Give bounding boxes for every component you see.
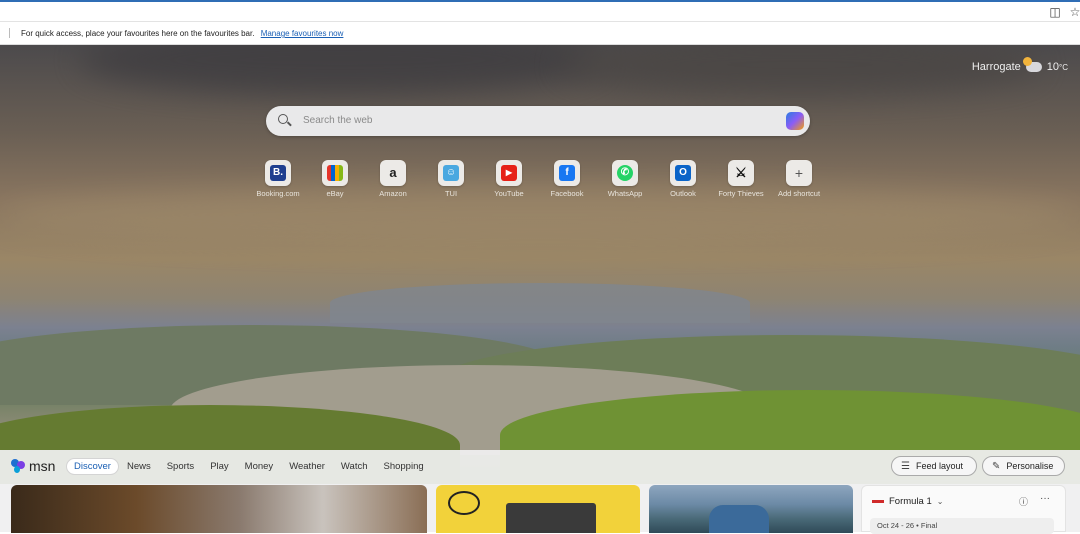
glasses-shape [448,491,480,515]
msn-feed-bar: msn Discover News Sports Play Money Weat… [0,450,1080,484]
laptop-shape [506,503,596,533]
f1-logo-icon [872,500,884,503]
shortcut-youtube[interactable]: ▶ YouTube [484,160,534,198]
shortcut-label: Facebook [550,189,584,198]
tab-play[interactable]: Play [202,458,236,475]
favourites-bar-message: For quick access, place your favourites … [21,29,343,38]
forty-thieves-icon: ⚔ [735,165,747,180]
search-box[interactable]: Search the web [266,106,810,136]
shortcut-forty-thieves[interactable]: ⚔ Forty Thieves [716,160,766,198]
youtube-icon: ▶ [501,165,517,181]
tab-discover[interactable]: Discover [66,458,119,475]
sliders-icon: ☰ [901,460,910,472]
tab-shopping[interactable]: Shopping [376,458,432,475]
whatsapp-icon: ✆ [617,165,633,181]
shortcut-label: Outlook [670,189,696,198]
reading-view-icon[interactable]: ◫ [1048,5,1062,19]
formula1-header: Formula 1 ⌄ [872,496,943,507]
personalise-label: Personalise [1006,461,1054,471]
weather-widget[interactable]: Harrogate 10°C [971,57,1068,73]
shortcuts-row: B. Booking.com eBay a Amazon ☺ TUI ▶ You… [253,160,833,205]
tab-watch[interactable]: Watch [333,458,376,475]
search-placeholder: Search the web [303,115,373,126]
favourites-bar-divider [9,28,10,38]
shortcut-tile: O [670,160,696,186]
facebook-icon: f [559,165,575,181]
shortcut-label: Amazon [379,189,407,198]
feed-layout-button[interactable]: ☰ Feed layout [891,456,977,476]
shortcut-tile: + [786,160,812,186]
shortcut-label: TUI [444,189,458,198]
plus-icon: + [794,165,804,181]
tab-money[interactable]: Money [237,458,282,475]
shortcut-tile: ☺ [438,160,464,186]
msn-butterfly-icon [11,459,27,473]
booking-icon: B. [270,165,286,181]
personalise-button[interactable]: ✎ Personalise [982,456,1065,476]
formula1-widget[interactable]: Formula 1 ⌄ ⓘ ··· Oct 24 - 26 • Final [861,485,1066,534]
shortcut-tile: ⚔ [728,160,754,186]
shortcut-tile: a [380,160,406,186]
shortcut-ebay[interactable]: eBay [310,160,360,198]
info-icon[interactable]: ⓘ [1019,495,1028,508]
weather-temperature: 10°C [1046,61,1068,73]
msn-tabs: Discover News Sports Play Money Weather … [66,458,432,475]
shortcut-tile: f [554,160,580,186]
news-card-image[interactable] [649,485,853,533]
manage-favourites-link[interactable]: Manage favourites now [261,29,344,38]
cloud-shape [560,45,1040,95]
formula1-title: Formula 1 [889,496,932,507]
favourite-star-icon[interactable]: ☆ [1068,5,1080,19]
cloud-shape [80,45,600,95]
shortcut-label: Forty Thieves [718,189,764,198]
news-card-image[interactable] [11,485,427,533]
tab-weather[interactable]: Weather [281,458,333,475]
shortcut-tile: ▶ [496,160,522,186]
shortcut-amazon[interactable]: a Amazon [368,160,418,198]
shortcut-label: Add shortcut [777,189,821,198]
ebay-icon [327,165,343,181]
search-icon [278,114,288,124]
shortcut-tile [322,160,348,186]
shortcut-label: eBay [326,189,344,198]
tui-icon: ☺ [443,165,459,181]
news-card-image[interactable] [436,485,640,533]
more-options-icon[interactable]: ··· [1040,493,1050,504]
tent-shape [709,505,769,533]
address-bar-strip: ◫ ☆ [0,0,1080,22]
shortcut-tile: B. [265,160,291,186]
add-shortcut-button[interactable]: + Add shortcut [774,160,824,198]
mountain-shape [330,283,750,323]
shortcut-label: WhatsApp [607,189,643,198]
palette-icon: ✎ [992,460,1001,472]
shortcut-outlook[interactable]: O Outlook [658,160,708,198]
copilot-icon[interactable] [786,112,804,130]
chevron-down-icon[interactable]: ⌄ [937,497,944,506]
shortcut-label: Booking.com [256,189,300,198]
tab-sports[interactable]: Sports [159,458,202,475]
tab-news[interactable]: News [119,458,159,475]
favourites-message-text: For quick access, place your favourites … [21,29,255,38]
shortcut-tile: ✆ [612,160,638,186]
shortcut-tui[interactable]: ☺ TUI [426,160,476,198]
msn-logo-text: msn [29,458,56,474]
weather-location: Harrogate [971,61,1021,73]
msn-logo[interactable]: msn [11,458,55,474]
shortcut-booking[interactable]: B. Booking.com [253,160,303,198]
outlook-icon: O [675,165,691,181]
shortcut-label: YouTube [494,189,524,198]
shortcut-whatsapp[interactable]: ✆ WhatsApp [600,160,650,198]
feed-layout-label: Feed layout [915,461,963,471]
favourites-bar: For quick access, place your favourites … [0,22,1080,45]
partly-cloudy-icon [1022,57,1042,72]
shortcut-facebook[interactable]: f Facebook [542,160,592,198]
amazon-icon: a [389,165,397,180]
